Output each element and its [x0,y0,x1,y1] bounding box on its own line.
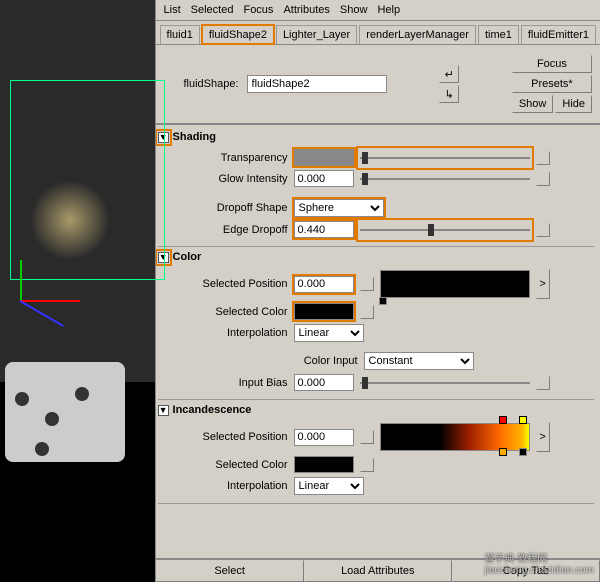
incan-selpos-label: Selected Position [158,431,288,443]
incan-selcolor-swatch[interactable] [294,456,354,473]
transparency-swatch[interactable] [294,149,354,166]
tab-fluidshape2[interactable]: fluidShape2 [202,25,274,44]
tab-lighter-layer[interactable]: Lighter_Layer [276,25,357,44]
edge-dropoff-map-button[interactable] [536,223,550,237]
color-interp-select[interactable]: Linear [294,324,364,342]
tab-fluid1[interactable]: fluid1 [160,25,200,44]
attribute-body[interactable]: ▼ Shading Transparency Glow Intensity [156,125,600,558]
incan-ramp[interactable] [380,423,530,451]
attribute-editor-panel: List Selected Focus Attributes Show Help… [156,0,600,582]
color-selpos-label: Selected Position [158,278,288,290]
transparency-map-button[interactable] [536,151,550,165]
color-ramp[interactable] [380,270,530,298]
shading-title: Shading [173,131,216,143]
color-input-label: Color Input [158,355,358,367]
copy-tab-button[interactable]: Copy Tab [452,560,600,582]
focus-button[interactable]: Focus [512,55,592,73]
transparency-slider[interactable] [360,150,530,166]
tab-time1[interactable]: time1 [478,25,519,44]
section-color: ▼ Color Selected Position > Selected [158,249,594,400]
color-interp-label: Interpolation [158,327,288,339]
menu-attributes[interactable]: Attributes [283,4,329,16]
go-to-output-button[interactable]: ↳ [439,85,459,103]
menubar: List Selected Focus Attributes Show Help [156,0,600,21]
color-selpos-map-button[interactable] [360,277,374,291]
gizmo-x-axis [20,300,80,302]
glow-intensity-map-button[interactable] [536,172,550,186]
hide-button[interactable]: Hide [555,95,592,113]
section-shading: ▼ Shading Transparency Glow Intensity [158,129,594,247]
color-title: Color [173,251,202,263]
glow-intensity-label: Glow Intensity [158,173,288,185]
incan-selpos-map-button[interactable] [360,430,374,444]
menu-show[interactable]: Show [340,4,368,16]
menu-list[interactable]: List [164,4,181,16]
incan-selcolor-map-button[interactable] [360,458,374,472]
tab-bar: fluid1 fluidShape2 Lighter_Layer renderL… [156,21,600,45]
color-ramp-expand-button[interactable]: > [536,269,550,299]
edge-dropoff-label: Edge Dropoff [158,224,288,236]
glow-intensity-field[interactable] [294,170,354,187]
color-selcolor-swatch[interactable] [294,303,354,320]
ramp-marker-black-icon[interactable] [519,448,527,456]
edge-dropoff-slider[interactable] [360,222,530,238]
incan-selcolor-label: Selected Color [158,459,288,471]
viewport-model [5,312,165,462]
ramp-marker-red-icon[interactable] [499,416,507,424]
menu-help[interactable]: Help [377,4,400,16]
incan-ramp-expand-button[interactable]: > [536,422,550,452]
gizmo-y-axis [20,260,22,300]
input-bias-label: Input Bias [158,377,288,389]
presets-button[interactable]: Presets* [512,75,592,93]
incan-selpos-field[interactable] [294,429,354,446]
color-selcolor-map-button[interactable] [360,305,374,319]
ramp-marker-icon[interactable] [379,297,387,305]
viewport-mesh [5,362,125,462]
tab-fluidemitter1[interactable]: fluidEmitter1 [521,25,596,44]
incandescence-title: Incandescence [173,404,252,416]
select-button[interactable]: Select [156,560,304,582]
ramp-marker-yellow-icon[interactable] [519,416,527,424]
load-attributes-button[interactable]: Load Attributes [304,560,452,582]
go-to-input-button[interactable]: ↵ [439,65,459,83]
edge-dropoff-field[interactable] [294,221,354,238]
glow-intensity-slider[interactable] [360,171,530,187]
node-header: fluidShape: ↵ ↳ Focus Presets* Show Hide [156,45,600,125]
ramp-marker-orange-icon[interactable] [499,448,507,456]
input-bias-map-button[interactable] [536,376,550,390]
menu-focus[interactable]: Focus [243,4,273,16]
input-bias-field[interactable] [294,374,354,391]
node-name-label: fluidShape: [164,78,239,90]
dropoff-shape-select[interactable]: Sphere [294,199,384,217]
transparency-label: Transparency [158,152,288,164]
input-bias-slider[interactable] [360,375,530,391]
color-selpos-field[interactable] [294,276,354,293]
color-input-select[interactable]: Constant [364,352,474,370]
node-name-field[interactable] [247,75,387,93]
color-selcolor-label: Selected Color [158,306,288,318]
menu-selected[interactable]: Selected [191,4,234,16]
incan-interp-select[interactable]: Linear [294,477,364,495]
incan-interp-label: Interpolation [158,480,288,492]
viewport-bounding-box [10,80,165,280]
viewport-gizmo [20,300,120,302]
show-button[interactable]: Show [512,95,554,113]
tab-renderlayermanager[interactable]: renderLayerManager [359,25,476,44]
viewport-panel[interactable] [0,0,156,582]
dropoff-shape-label: Dropoff Shape [158,202,288,214]
section-incandescence: ▼ Incandescence Selected Position [158,402,594,504]
bottom-bar: Select Load Attributes Copy Tab [156,558,600,582]
